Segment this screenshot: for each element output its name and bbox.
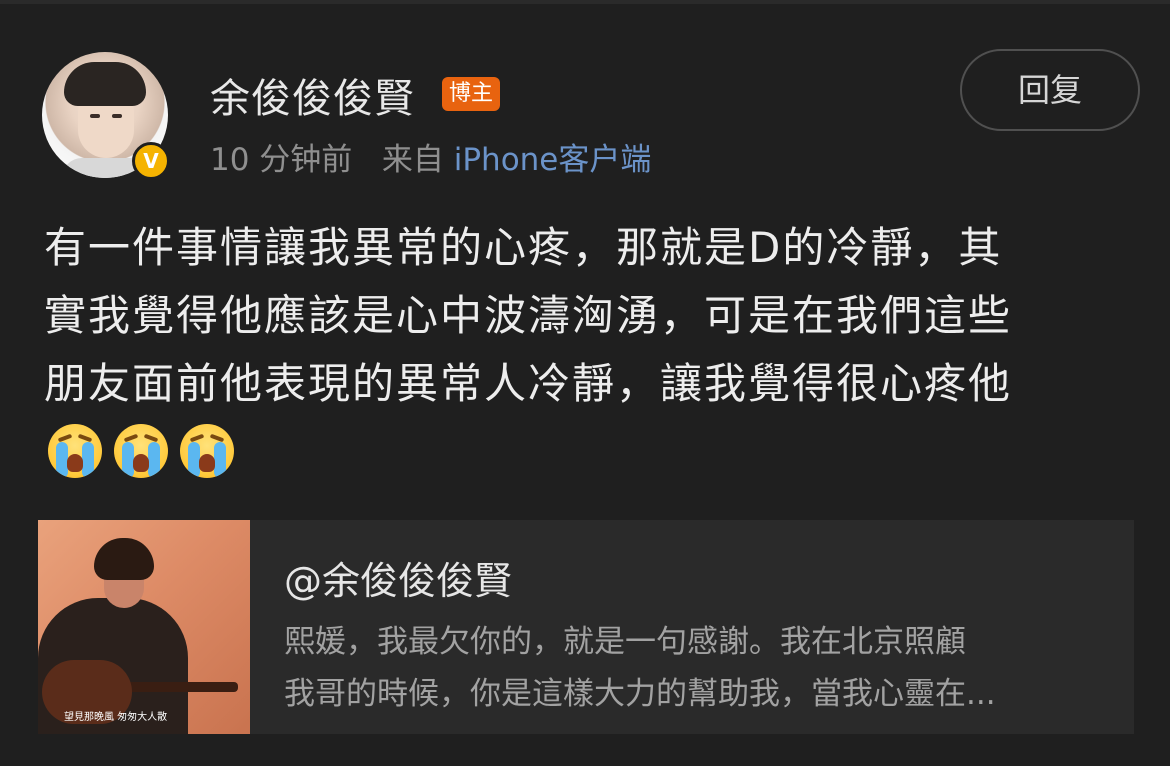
- thumbnail-caption: 望見那晚風 匆匆大人散: [64, 712, 168, 723]
- quoted-post-author[interactable]: @余俊俊俊賢: [284, 550, 512, 605]
- post-time: 10 分钟前: [210, 142, 353, 178]
- reply-button[interactable]: 回复: [960, 49, 1140, 131]
- verified-badge-icon: V: [132, 142, 170, 180]
- crying-face-icon: [114, 424, 168, 478]
- post-meta: 10 分钟前 来自 iPhone客户端: [210, 134, 651, 179]
- crying-face-icon: [48, 424, 102, 478]
- post-line: 有一件事情讓我異常的心疼，那就是D的冷靜，其: [44, 223, 1003, 272]
- quoted-post-excerpt: 熙媛，我最欠你的，就是一句感謝。我在北京照顧 我哥的時候，你是這樣大力的幫助我，…: [284, 616, 1114, 720]
- post-line: 朋友面前他表現的異常人冷靜，讓我覺得很心疼他: [44, 359, 1013, 408]
- crying-face-icon: [180, 424, 234, 478]
- comment-page: V 余俊俊俊賢 博主 10 分钟前 来自 iPhone客户端 回复 有一件事情讓…: [0, 0, 1170, 766]
- source-client-link[interactable]: iPhone客户端: [454, 142, 652, 178]
- top-divider: [0, 0, 1170, 4]
- username[interactable]: 余俊俊俊賢: [210, 66, 415, 124]
- avatar[interactable]: V: [42, 52, 170, 180]
- author-badge: 博主: [442, 77, 500, 111]
- quoted-post-card[interactable]: 望見那晚風 匆匆大人散 @余俊俊俊賢 熙媛，我最欠你的，就是一句感謝。我在北京照…: [38, 520, 1134, 734]
- post-line: 實我覺得他應該是心中波濤洶湧，可是在我們這些: [44, 291, 1013, 340]
- source-prefix: 来自: [381, 142, 444, 178]
- excerpt-line: 我哥的時候，你是這樣大力的幫助我，當我心靈在...: [284, 676, 996, 712]
- post-body: 有一件事情讓我異常的心疼，那就是D的冷靜，其 實我覺得他應該是心中波濤洶湧，可是…: [44, 214, 1124, 418]
- emoji-row: [48, 424, 234, 478]
- quoted-post-thumbnail[interactable]: 望見那晚風 匆匆大人散: [38, 520, 250, 734]
- excerpt-line: 熙媛，我最欠你的，就是一句感謝。我在北京照顧: [284, 624, 966, 660]
